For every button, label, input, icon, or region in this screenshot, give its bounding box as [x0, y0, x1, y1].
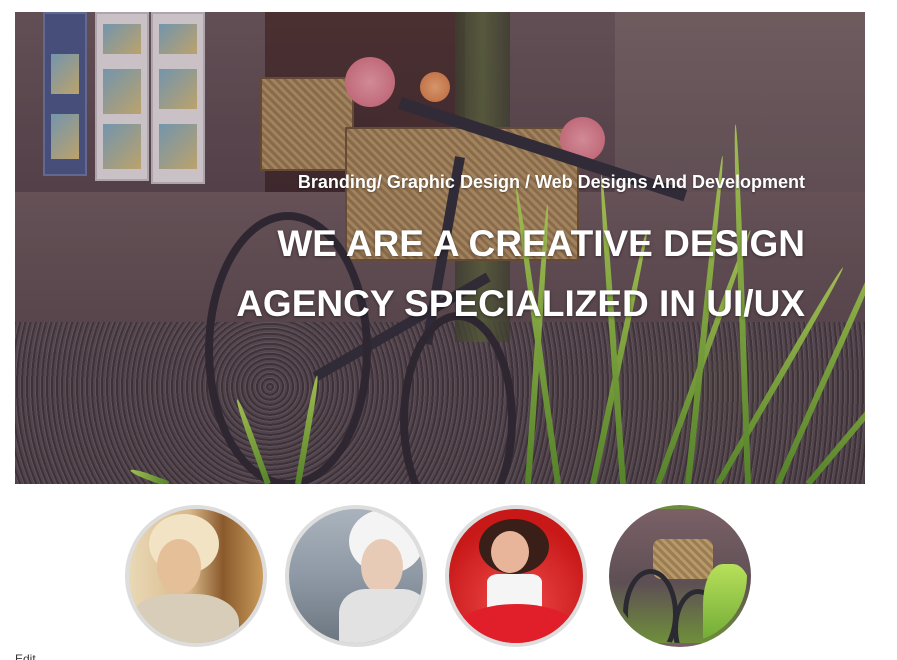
thumbnail-scarf	[129, 594, 239, 643]
thumbnail-strip	[125, 505, 765, 655]
thumbnail-face	[491, 531, 529, 573]
thumbnail-blonde-woman[interactable]	[125, 505, 267, 647]
hero-banner: Branding/ Graphic Design / Web Designs A…	[15, 12, 865, 484]
thumbnail-wheel	[623, 569, 678, 643]
thumbnail-face	[361, 539, 403, 594]
hero-headline-line: WE ARE A CREATIVE DESIGN	[277, 223, 805, 264]
thumbnail-woman-in-red[interactable]	[445, 505, 587, 647]
hero-headline: WE ARE A CREATIVE DESIGN AGENCY SPECIALI…	[105, 214, 805, 334]
thumbnail-skirt	[454, 604, 579, 643]
thumbnail-white-haired-woman[interactable]	[285, 505, 427, 647]
edit-link[interactable]: Edit	[15, 652, 36, 660]
thumbnail-grass	[703, 564, 747, 643]
thumbnail-face	[157, 539, 201, 594]
hero-headline-line: AGENCY SPECIALIZED IN UI/UX	[236, 283, 805, 324]
thumbnail-body	[339, 589, 423, 643]
hero-tagline: Branding/ Graphic Design / Web Designs A…	[297, 172, 805, 192]
thumbnail-bicycle[interactable]	[609, 505, 751, 647]
